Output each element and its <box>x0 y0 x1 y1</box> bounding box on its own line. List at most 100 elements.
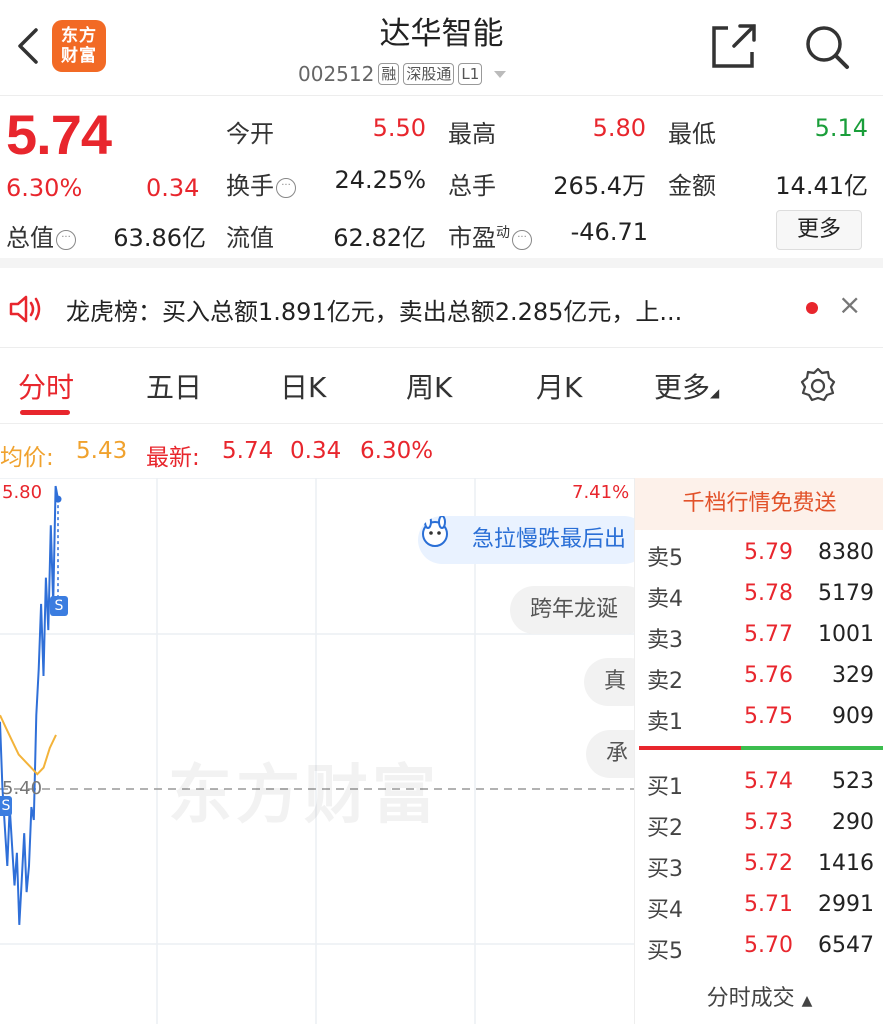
bid-row: 买1 5.74 523 <box>635 761 883 801</box>
sell-marker[interactable]: S <box>50 596 68 616</box>
latest-pct: 6.30% <box>360 438 434 464</box>
change-amount: 0.34 <box>146 174 200 202</box>
info-icon[interactable]: ··· <box>276 178 296 198</box>
watermark: 东方财富 <box>168 759 440 833</box>
bid-label: 买5 <box>647 939 683 964</box>
ratio-green <box>741 746 883 750</box>
ask-label: 卖2 <box>647 669 683 694</box>
ask-row: 卖5 5.79 8380 <box>635 532 883 572</box>
bid-row: 买3 5.72 1416 <box>635 843 883 883</box>
tab-intraday[interactable]: 分时 <box>18 366 74 406</box>
intraday-chart[interactable]: 东方财富 5.80 5.40 7.41% S S 急拉慢跌最后出 跨年龙诞 真 … <box>0 478 656 1024</box>
label-amount: 金额 <box>668 172 716 200</box>
sell-marker[interactable]: S <box>0 796 12 816</box>
ask-row: 卖4 5.78 5179 <box>635 573 883 613</box>
ask-label: 卖5 <box>647 546 683 571</box>
notice-text[interactable]: 龙虎榜：买入总额1.891亿元，卖出总额2.285亿元，上... <box>66 292 682 327</box>
trade-detail-toggle[interactable]: 分时成交 ▲ <box>635 980 883 1012</box>
ask-row: 卖1 5.75 909 <box>635 696 883 736</box>
value-turnover: 24.25% <box>334 166 426 194</box>
value-low: 5.14 <box>814 114 868 142</box>
ask-volume: 1001 <box>818 622 874 647</box>
bid-volume: 2991 <box>818 892 874 917</box>
bid-label: 买2 <box>647 816 683 841</box>
change-percent: 6.30% <box>6 174 83 202</box>
tag-level: L1 <box>458 63 483 85</box>
speaker-icon <box>9 295 41 323</box>
notice-bar[interactable]: 龙虎榜：买入总额1.891亿元，卖出总额2.285亿元，上... × <box>0 268 883 348</box>
bid-label: 买3 <box>647 857 683 882</box>
label-total-value[interactable]: 总值 ··· <box>6 218 76 253</box>
info-icon[interactable]: ··· <box>512 230 532 250</box>
ask-volume: 329 <box>832 663 874 688</box>
avg-price-bar: 均价: 5.43 最新: 5.74 0.34 6.30% <box>0 424 883 478</box>
ask-volume: 5179 <box>818 581 874 606</box>
y-tick-top: 5.80 <box>2 482 43 503</box>
price-series-line <box>0 485 59 925</box>
bid-volume: 1416 <box>818 851 874 876</box>
label-pe[interactable]: 市盈动 ··· <box>448 218 532 253</box>
label-low: 最低 <box>668 120 716 148</box>
unread-dot-icon <box>806 302 818 314</box>
label-turnover-text: 换手 <box>226 172 274 200</box>
bid-ask-ratio-bar <box>639 746 883 750</box>
avg-series-line <box>0 714 57 776</box>
ask-price: 5.78 <box>744 581 793 606</box>
order-book: 千档行情免费送 卖5 5.79 8380 卖4 5.78 5179 卖3 5.77 1001… <box>634 478 883 1024</box>
tag-margin: 融 <box>378 63 400 85</box>
label-turnover[interactable]: 换手 ··· <box>226 166 296 201</box>
ask-label: 卖3 <box>647 628 683 653</box>
bid-price: 5.73 <box>744 810 793 835</box>
search-icon[interactable] <box>800 22 852 72</box>
ask-label: 卖4 <box>647 587 683 612</box>
bunny-icon <box>422 516 448 547</box>
value-amount: 14.41亿 <box>775 172 868 200</box>
tab-daily-k[interactable]: 日K <box>280 366 326 406</box>
label-pe-sup: 动 <box>496 225 510 241</box>
label-total-value-text: 总值 <box>6 224 54 252</box>
bid-volume: 523 <box>832 769 874 794</box>
value-total-value: 63.86亿 <box>113 224 206 252</box>
news-pill[interactable]: 跨年龙诞 <box>510 586 650 634</box>
promo-pill[interactable]: 急拉慢跌最后出 <box>418 516 648 564</box>
ask-price: 5.75 <box>744 704 793 729</box>
ask-label: 卖1 <box>647 710 683 735</box>
bid-row: 买2 5.73 290 <box>635 802 883 842</box>
share-icon[interactable] <box>708 22 760 72</box>
label-volume: 总手 <box>448 172 496 200</box>
latest-change: 0.34 <box>290 438 342 464</box>
ask-row: 卖2 5.76 329 <box>635 655 883 695</box>
period-tabs: 分时 五日 日K 周K 月K 更多◢ <box>0 348 883 424</box>
chevron-up-icon: ▲ <box>801 993 813 1009</box>
gear-icon[interactable] <box>798 366 838 406</box>
bid-volume: 290 <box>832 810 874 835</box>
close-icon[interactable]: × <box>838 288 861 321</box>
avg-label: 均价: <box>0 445 54 471</box>
bid-row: 买5 5.70 6547 <box>635 925 883 965</box>
stock-subline[interactable]: 002512 融 深股通 L1 <box>298 60 507 88</box>
value-high: 5.80 <box>592 114 646 142</box>
tab-weekly-k[interactable]: 周K <box>406 366 452 406</box>
value-volume: 265.4万 <box>553 172 646 200</box>
tab-five-day[interactable]: 五日 <box>146 366 202 406</box>
label-high: 最高 <box>448 120 496 148</box>
current-price: 5.74 <box>6 103 112 166</box>
info-icon[interactable]: ··· <box>56 230 76 250</box>
latest-price: 5.74 <box>222 438 274 464</box>
trade-detail-label: 分时成交 <box>706 986 795 1011</box>
pct-tick-top: 7.41% <box>572 482 630 503</box>
bid-label: 买1 <box>647 775 683 800</box>
more-button[interactable]: 更多 <box>776 210 862 250</box>
quote-panel: 5.74 6.30% 0.34 今开 5.50 最高 5.80 最低 5.14 … <box>0 96 883 268</box>
chevron-down-icon[interactable] <box>494 70 507 78</box>
value-float-value: 62.82亿 <box>333 224 426 252</box>
active-tab-indicator <box>20 410 70 415</box>
ask-price: 5.76 <box>744 663 793 688</box>
bid-label: 买4 <box>647 898 683 923</box>
order-book-promo[interactable]: 千档行情免费送 <box>635 478 883 530</box>
tab-more[interactable]: 更多◢ <box>654 366 719 406</box>
bid-price: 5.71 <box>744 892 793 917</box>
tab-monthly-k[interactable]: 月K <box>536 366 582 406</box>
corner-triangle-icon: ◢ <box>710 386 720 400</box>
label-pe-text: 市盈 <box>448 224 496 252</box>
